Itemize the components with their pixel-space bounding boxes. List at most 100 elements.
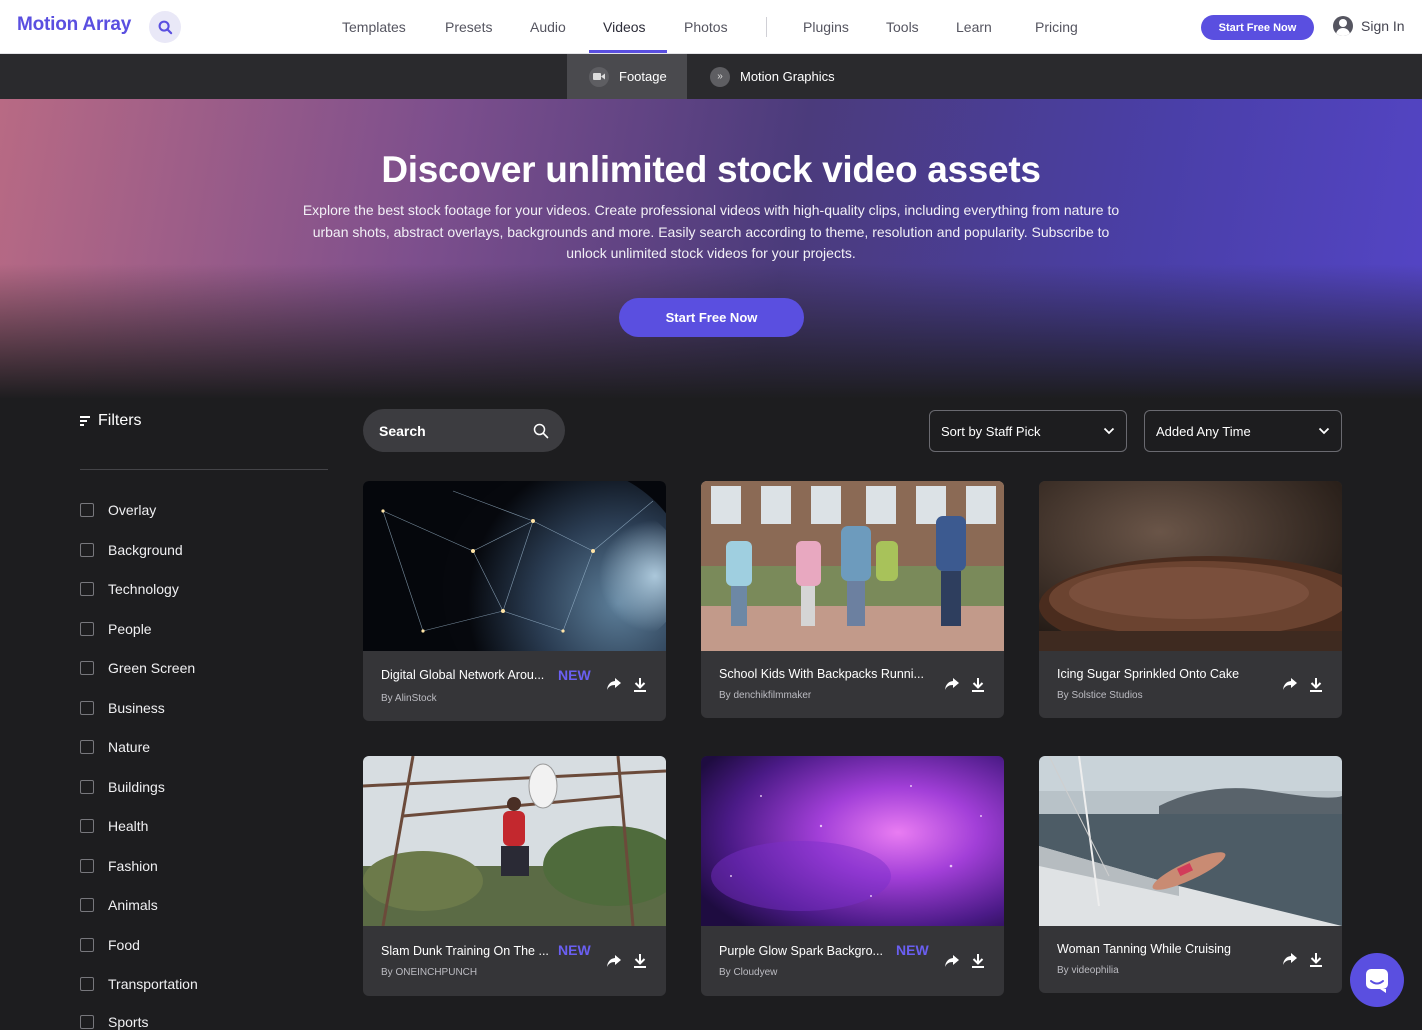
video-thumbnail[interactable] bbox=[701, 481, 1004, 651]
card-author[interactable]: By Cloudyew bbox=[719, 967, 777, 978]
download-icon[interactable] bbox=[1309, 952, 1323, 967]
checkbox[interactable] bbox=[80, 622, 94, 636]
share-icon[interactable] bbox=[1282, 952, 1298, 966]
checkbox[interactable] bbox=[80, 701, 94, 715]
filter-animals[interactable]: Animals bbox=[80, 897, 158, 913]
nav-tools[interactable]: Tools bbox=[886, 19, 919, 35]
video-thumbnail[interactable] bbox=[1039, 481, 1342, 651]
video-card[interactable]: Slam Dunk Training On The ... NEW By ONE… bbox=[363, 756, 666, 996]
card-author[interactable]: By Solstice Studios bbox=[1057, 690, 1143, 701]
video-card[interactable]: Digital Global Network Arou... NEW By Al… bbox=[363, 481, 666, 721]
search-placeholder: Search bbox=[379, 422, 426, 439]
checkbox[interactable] bbox=[80, 819, 94, 833]
filter-sports[interactable]: Sports bbox=[80, 1014, 148, 1030]
nav-learn[interactable]: Learn bbox=[956, 19, 992, 35]
card-title[interactable]: Digital Global Network Arou... bbox=[381, 668, 544, 682]
filter-business[interactable]: Business bbox=[80, 700, 165, 716]
tab-motion-graphics[interactable]: » Motion Graphics bbox=[688, 54, 855, 99]
download-icon[interactable] bbox=[633, 677, 647, 692]
chat-button[interactable] bbox=[1350, 953, 1404, 1007]
checkbox[interactable] bbox=[80, 1015, 94, 1029]
checkbox[interactable] bbox=[80, 780, 94, 794]
checkbox[interactable] bbox=[80, 977, 94, 991]
video-thumbnail[interactable] bbox=[701, 756, 1004, 926]
filters-toggle[interactable]: Filters bbox=[80, 412, 142, 430]
checkbox[interactable] bbox=[80, 740, 94, 754]
card-author[interactable]: By ONEINCHPUNCH bbox=[381, 967, 477, 978]
user-icon bbox=[1333, 16, 1353, 36]
filter-label: Green Screen bbox=[108, 660, 196, 676]
video-card[interactable]: Purple Glow Spark Backgro... NEW By Clou… bbox=[701, 756, 1004, 996]
video-card[interactable]: Woman Tanning While Cruising By videophi… bbox=[1039, 756, 1342, 993]
nav-audio[interactable]: Audio bbox=[530, 19, 566, 35]
filter-green-screen[interactable]: Green Screen bbox=[80, 660, 195, 676]
video-thumbnail[interactable] bbox=[1039, 756, 1342, 926]
card-author[interactable]: By videophilia bbox=[1057, 965, 1119, 976]
checkbox[interactable] bbox=[80, 582, 94, 596]
time-select[interactable]: Added Any Time bbox=[1144, 410, 1342, 452]
card-title[interactable]: Slam Dunk Training On The ... bbox=[381, 944, 549, 958]
search-icon bbox=[158, 20, 172, 34]
search-button[interactable] bbox=[149, 11, 181, 43]
card-title[interactable]: Woman Tanning While Cruising bbox=[1057, 942, 1231, 956]
checkbox[interactable] bbox=[80, 503, 94, 517]
hero-banner: Discover unlimited stock video assets Ex… bbox=[0, 99, 1422, 399]
share-icon[interactable] bbox=[606, 954, 622, 968]
new-badge: NEW bbox=[558, 942, 591, 958]
filter-health[interactable]: Health bbox=[80, 818, 148, 834]
card-author[interactable]: By AlinStock bbox=[381, 693, 437, 704]
download-icon[interactable] bbox=[971, 677, 985, 692]
sort-value: Sort by Staff Pick bbox=[941, 423, 1041, 439]
filter-technology[interactable]: Technology bbox=[80, 581, 179, 597]
checkbox[interactable] bbox=[80, 938, 94, 952]
share-icon[interactable] bbox=[944, 954, 960, 968]
card-title[interactable]: School Kids With Backpacks Runni... bbox=[719, 667, 924, 681]
video-thumbnail[interactable] bbox=[363, 756, 666, 926]
checkbox[interactable] bbox=[80, 543, 94, 557]
filter-label: Background bbox=[108, 542, 183, 558]
sort-select[interactable]: Sort by Staff Pick bbox=[929, 410, 1127, 452]
filter-label: Food bbox=[108, 937, 140, 953]
nav-videos[interactable]: Videos bbox=[603, 19, 646, 35]
share-icon[interactable] bbox=[944, 677, 960, 691]
checkbox[interactable] bbox=[80, 898, 94, 912]
tab-footage-label: Footage bbox=[619, 69, 667, 84]
start-free-button-header[interactable]: Start Free Now bbox=[1201, 15, 1314, 40]
card-title[interactable]: Purple Glow Spark Backgro... bbox=[719, 944, 883, 958]
nav-active-indicator bbox=[589, 50, 667, 53]
download-icon[interactable] bbox=[633, 953, 647, 968]
video-card[interactable]: School Kids With Backpacks Runni... By d… bbox=[701, 481, 1004, 718]
share-icon[interactable] bbox=[1282, 677, 1298, 691]
sign-in-link[interactable]: Sign In bbox=[1333, 16, 1405, 36]
filter-label: Fashion bbox=[108, 858, 158, 874]
filter-transportation[interactable]: Transportation bbox=[80, 976, 198, 992]
card-author[interactable]: By denchikfilmmaker bbox=[719, 690, 811, 701]
filter-buildings[interactable]: Buildings bbox=[80, 779, 165, 795]
nav-templates[interactable]: Templates bbox=[342, 19, 406, 35]
nav-presets[interactable]: Presets bbox=[445, 19, 492, 35]
share-icon[interactable] bbox=[606, 677, 622, 691]
checkbox[interactable] bbox=[80, 859, 94, 873]
filter-fashion[interactable]: Fashion bbox=[80, 858, 158, 874]
video-thumbnail[interactable] bbox=[363, 481, 666, 651]
logo[interactable]: Motion Array bbox=[17, 14, 131, 36]
download-icon[interactable] bbox=[971, 953, 985, 968]
nav-pricing[interactable]: Pricing bbox=[1035, 19, 1078, 35]
tab-footage[interactable]: Footage bbox=[567, 54, 687, 99]
filter-overlay[interactable]: Overlay bbox=[80, 502, 156, 518]
chat-icon bbox=[1366, 969, 1388, 993]
checkbox[interactable] bbox=[80, 661, 94, 675]
nav-plugins[interactable]: Plugins bbox=[803, 19, 849, 35]
filter-food[interactable]: Food bbox=[80, 937, 140, 953]
card-title[interactable]: Icing Sugar Sprinkled Onto Cake bbox=[1057, 667, 1239, 681]
filter-label: Overlay bbox=[108, 502, 157, 518]
filter-background[interactable]: Background bbox=[80, 542, 183, 558]
sub-nav: Footage » Motion Graphics bbox=[0, 54, 1422, 99]
filter-people[interactable]: People bbox=[80, 621, 152, 637]
start-free-button-hero[interactable]: Start Free Now bbox=[619, 298, 804, 337]
nav-photos[interactable]: Photos bbox=[684, 19, 728, 35]
filter-nature[interactable]: Nature bbox=[80, 739, 150, 755]
search-input[interactable]: Search bbox=[363, 409, 565, 452]
download-icon[interactable] bbox=[1309, 677, 1323, 692]
video-card[interactable]: Icing Sugar Sprinkled Onto Cake By Solst… bbox=[1039, 481, 1342, 718]
